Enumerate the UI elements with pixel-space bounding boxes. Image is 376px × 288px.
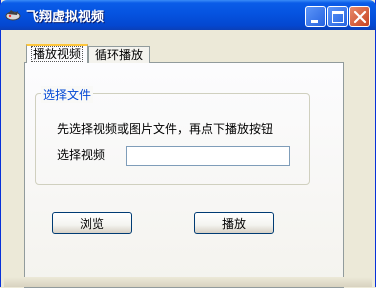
file-select-group — [35, 93, 310, 185]
tab-label: 循环播放 — [94, 48, 143, 62]
video-field-label: 选择视频 — [57, 148, 106, 162]
app-icon[interactable] — [5, 7, 21, 23]
group-title: 选择文件 — [41, 86, 94, 103]
minimize-button[interactable] — [305, 6, 326, 27]
client-area: 播放视频 循环播放 选择文件 先选择视频或图片文件，再点下播放按钮 选择视频 浏… — [4, 30, 372, 288]
tab-label: 播放视频 — [30, 46, 83, 62]
maximize-icon — [332, 11, 344, 23]
browse-button[interactable]: 浏览 — [52, 212, 132, 234]
title-bar[interactable]: 飞翔虚拟视频 — [0, 0, 376, 30]
tab-play-video[interactable]: 播放视频 — [26, 44, 88, 63]
bottom-bar — [4, 277, 372, 287]
close-button[interactable] — [349, 6, 370, 27]
video-path-input[interactable] — [126, 146, 290, 166]
play-button[interactable]: 播放 — [194, 212, 274, 234]
close-icon — [353, 10, 367, 24]
tab-loop-play[interactable]: 循环播放 — [88, 46, 150, 63]
maximize-button[interactable] — [327, 6, 348, 27]
minimize-icon — [311, 20, 318, 23]
window-title: 飞翔虚拟视频 — [26, 10, 105, 25]
instruction-text: 先选择视频或图片文件，再点下播放按钮 — [57, 122, 274, 136]
